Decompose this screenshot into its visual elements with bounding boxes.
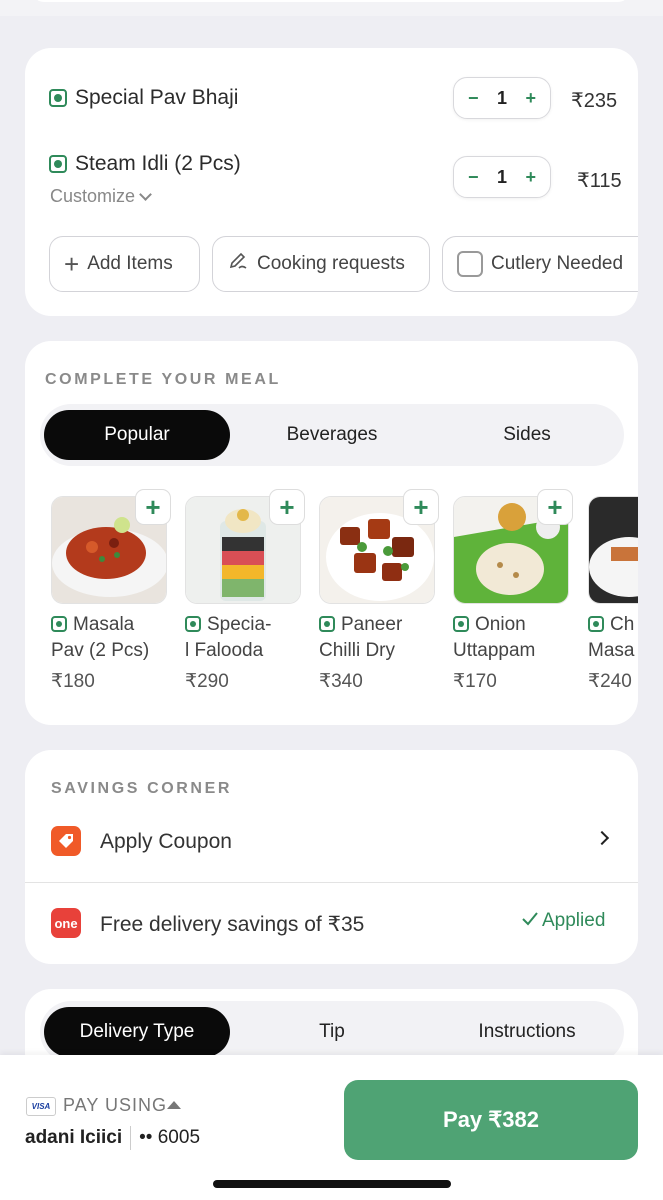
caret-up-icon[interactable] — [167, 1101, 181, 1109]
add-to-cart-button[interactable]: + — [135, 489, 171, 525]
divider — [130, 1126, 132, 1150]
chevron-down-icon — [139, 187, 152, 201]
veg-icon — [185, 616, 201, 632]
pay-button[interactable]: Pay ₹382 — [344, 1080, 638, 1160]
item-price: ₹235 — [571, 90, 618, 112]
product-tile[interactable]: + Onion Uttappam ₹170 — [453, 489, 573, 693]
cart-item-name: Steam Idli (2 Pcs) — [49, 152, 241, 176]
product-name: Ch Masa — [588, 614, 635, 661]
tab-popular[interactable]: Popular — [44, 410, 230, 460]
meal-tabs: Popular Beverages Sides — [40, 404, 624, 466]
plus-icon: + — [64, 249, 80, 279]
cart-item: Steam Idli (2 Pcs) Customize − 1 + ₹115 — [49, 152, 622, 212]
tab-instructions[interactable]: Instructions — [434, 1007, 620, 1057]
delivery-tabs: Delivery Type Tip Instructions — [40, 1001, 624, 1063]
tab-tip[interactable]: Tip — [239, 1007, 425, 1057]
cooking-requests-button[interactable]: Cooking requests — [212, 236, 430, 292]
decrease-button[interactable]: − — [468, 88, 479, 109]
check-icon — [522, 910, 538, 932]
applied-status: Applied — [522, 910, 605, 932]
product-name: Onion Uttappam — [453, 614, 536, 661]
payment-method[interactable]: adani Iciici •• 6005 — [25, 1126, 200, 1150]
coupon-tag-icon — [51, 826, 81, 856]
tab-sides[interactable]: Sides — [434, 410, 620, 460]
section-title: COMPLETE YOUR MEAL — [45, 371, 281, 388]
payment-bar: VISA PAY USING adani Iciici •• 6005 Pay … — [0, 1055, 663, 1200]
home-indicator — [213, 1180, 451, 1188]
product-price: ₹170 — [453, 671, 497, 692]
free-delivery-label: Free delivery savings of ₹35 — [100, 913, 365, 936]
pen-icon — [227, 250, 249, 278]
chevron-right-icon — [594, 830, 610, 846]
apply-coupon-row[interactable]: Apply Coupon — [25, 818, 638, 882]
divider — [25, 882, 638, 883]
veg-icon — [319, 616, 335, 632]
item-price: ₹115 — [577, 170, 622, 192]
product-tile[interactable]: Ch Masa ₹240 — [588, 496, 638, 693]
apply-coupon-label: Apply Coupon — [100, 830, 232, 853]
checkbox[interactable] — [457, 251, 483, 277]
section-title: SAVINGS CORNER — [51, 780, 233, 797]
quantity-value: 1 — [496, 166, 507, 187]
product-price: ₹340 — [319, 671, 363, 692]
product-price: ₹180 — [51, 671, 95, 692]
quantity-stepper[interactable]: − 1 + — [453, 77, 551, 119]
customize-link[interactable]: Customize — [50, 186, 152, 207]
veg-icon — [588, 616, 604, 632]
veg-icon — [51, 616, 67, 632]
pay-using-label[interactable]: PAY USING — [63, 1095, 167, 1116]
product-tile[interactable]: + Specia-l Falooda ₹290 — [185, 489, 305, 693]
one-membership-icon: one — [51, 908, 81, 938]
add-to-cart-button[interactable]: + — [269, 489, 305, 525]
increase-button[interactable]: + — [525, 88, 536, 109]
veg-icon — [49, 155, 67, 173]
product-name: Specia-l Falooda — [185, 614, 272, 661]
product-tile[interactable]: + Masala Pav (2 Pcs) ₹180 — [51, 489, 171, 693]
veg-icon — [49, 89, 67, 107]
savings-card: SAVINGS CORNER Apply Coupon one Free del… — [25, 750, 638, 964]
product-tile[interactable]: + Paneer Chilli Dry ₹340 — [319, 489, 439, 693]
add-items-button[interactable]: + Add Items — [49, 236, 200, 292]
product-image — [588, 496, 638, 604]
top-strip — [0, 0, 663, 16]
previous-card-edge — [32, 0, 630, 2]
product-price: ₹290 — [185, 671, 229, 692]
tab-beverages[interactable]: Beverages — [239, 410, 425, 460]
cutlery-toggle[interactable]: Cutlery Needed — [442, 236, 638, 292]
product-name: Paneer Chilli Dry — [319, 614, 403, 661]
visa-card-icon: VISA — [26, 1097, 56, 1116]
decrease-button[interactable]: − — [468, 167, 479, 188]
veg-icon — [453, 616, 469, 632]
increase-button[interactable]: + — [525, 167, 536, 188]
product-name: Masala Pav (2 Pcs) — [51, 614, 150, 661]
add-to-cart-button[interactable]: + — [403, 489, 439, 525]
quantity-value: 1 — [496, 87, 507, 108]
complete-meal-card: COMPLETE YOUR MEAL Popular Beverages Sid… — [25, 341, 638, 725]
cart-card: Special Pav Bhaji − 1 + ₹235 Steam Idli … — [25, 48, 638, 316]
product-price: ₹240 — [588, 671, 632, 692]
cart-item: Special Pav Bhaji − 1 + ₹235 — [49, 77, 618, 146]
add-to-cart-button[interactable]: + — [537, 489, 573, 525]
tab-delivery-type[interactable]: Delivery Type — [44, 1007, 230, 1057]
cart-item-name: Special Pav Bhaji — [49, 86, 238, 110]
quantity-stepper[interactable]: − 1 + — [453, 156, 551, 198]
